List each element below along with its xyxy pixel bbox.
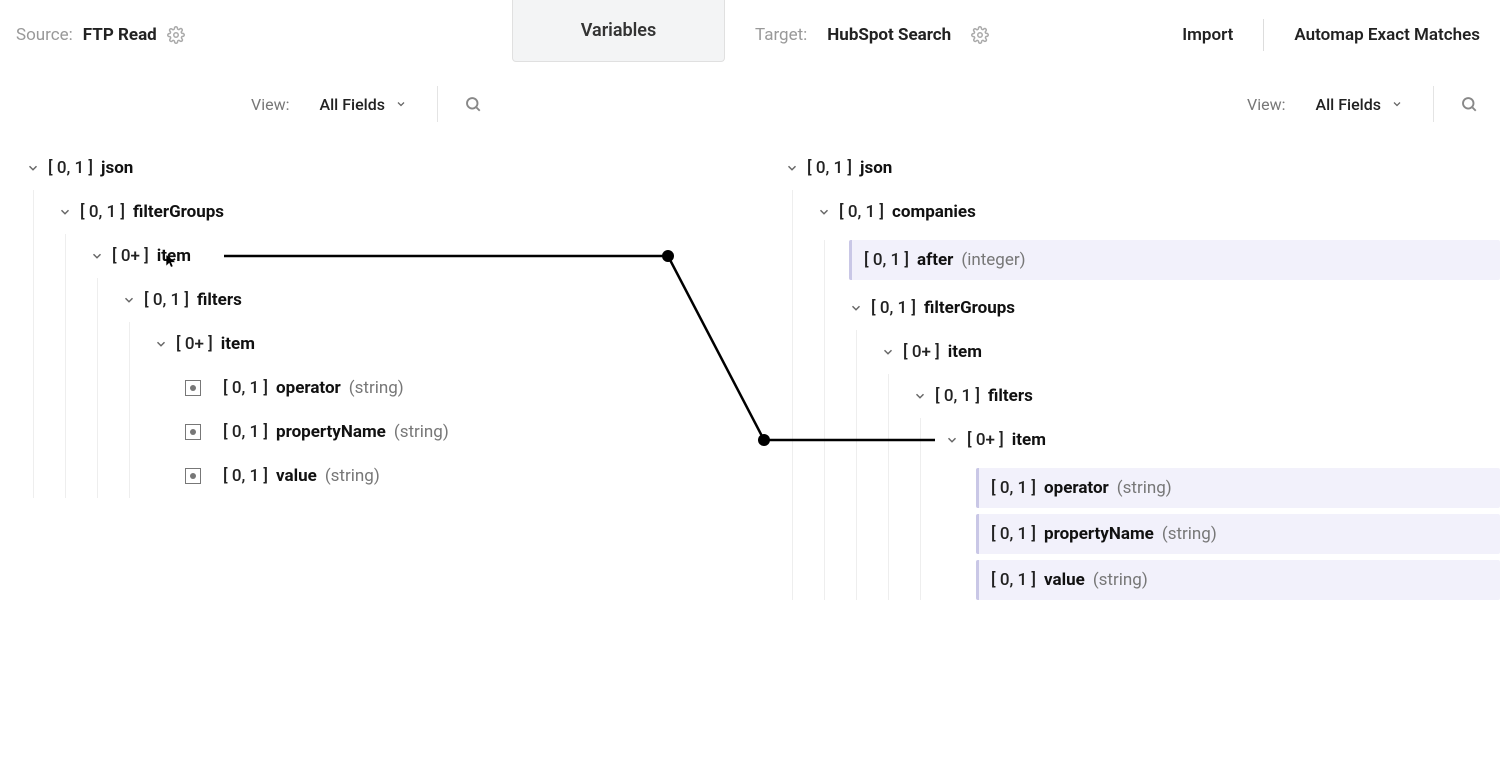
variables-tab[interactable]: Variables — [512, 0, 725, 62]
chevron-down-icon[interactable] — [913, 389, 927, 403]
chevron-down-icon[interactable] — [154, 337, 168, 351]
chevron-down-icon[interactable] — [58, 205, 72, 219]
node-filterGroups[interactable]: [ 0, 1 ] filterGroups — [58, 190, 504, 234]
view-value: All Fields — [319, 95, 385, 114]
view-label: View: — [1247, 95, 1285, 114]
node-item[interactable]: [ 0+ ] item — [881, 330, 1500, 374]
chevron-down-icon — [395, 98, 407, 110]
separator — [1263, 19, 1264, 51]
node-propertyName[interactable]: [ 0, 1 ] propertyName (string) — [185, 410, 504, 454]
target-label: Target: — [755, 25, 807, 45]
node-after[interactable]: [ 0, 1 ] after (integer) — [849, 240, 1500, 280]
chevron-down-icon[interactable] — [122, 293, 136, 307]
view-dropdown[interactable]: All Fields — [1301, 89, 1417, 120]
chevron-down-icon[interactable] — [945, 433, 959, 447]
search-icon[interactable] — [1460, 95, 1478, 113]
source-label: Source: — [16, 25, 73, 45]
source-tree: [ 0, 1 ] json [ 0, 1 ] filterGroups [ 0+… — [0, 146, 512, 498]
source-name: FTP Read — [83, 25, 157, 45]
node-json[interactable]: [ 0, 1 ] json — [26, 146, 504, 190]
source-header: Source: FTP Read — [0, 8, 512, 62]
target-pane: Target: HubSpot Search Import Automap Ex… — [725, 0, 1508, 758]
node-item[interactable]: [ 0+ ] item — [154, 322, 504, 366]
node-filters[interactable]: [ 0, 1 ] filters — [122, 278, 504, 322]
view-value: All Fields — [1315, 95, 1381, 114]
node-operator[interactable]: [ 0, 1 ] operator (string) — [976, 468, 1500, 508]
center-pane: Variables — [512, 0, 725, 758]
node-item[interactable]: [ 0+ ] item — [945, 418, 1500, 462]
import-button[interactable]: Import — [1170, 19, 1245, 51]
chevron-down-icon[interactable] — [785, 161, 799, 175]
node-operator[interactable]: [ 0, 1 ] operator (string) — [185, 366, 504, 410]
target-name: HubSpot Search — [827, 25, 951, 45]
field-icon — [185, 424, 201, 440]
gear-icon[interactable] — [971, 26, 989, 44]
target-toolbar: View: All Fields — [725, 62, 1508, 146]
node-item[interactable]: [ 0+ ] item — [90, 234, 504, 278]
node-value[interactable]: [ 0, 1 ] value (string) — [185, 454, 504, 498]
gear-icon[interactable] — [167, 26, 185, 44]
chevron-down-icon[interactable] — [881, 345, 895, 359]
view-dropdown[interactable]: All Fields — [305, 89, 421, 120]
source-pane: Source: FTP Read View: All Fields [ 0, 1… — [0, 0, 512, 758]
node-companies[interactable]: [ 0, 1 ] companies — [817, 190, 1500, 234]
node-filters[interactable]: [ 0, 1 ] filters — [913, 374, 1500, 418]
chevron-down-icon[interactable] — [817, 205, 831, 219]
node-value[interactable]: [ 0, 1 ] value (string) — [976, 560, 1500, 600]
chevron-down-icon[interactable] — [849, 301, 863, 315]
target-header: Target: HubSpot Search Import Automap Ex… — [725, 8, 1508, 62]
field-icon — [185, 468, 201, 484]
field-icon — [185, 380, 201, 396]
separator — [437, 86, 438, 122]
view-label: View: — [251, 95, 289, 114]
chevron-down-icon[interactable] — [90, 249, 104, 263]
source-toolbar: View: All Fields — [0, 62, 512, 146]
chevron-down-icon[interactable] — [26, 161, 40, 175]
node-filterGroups[interactable]: [ 0, 1 ] filterGroups — [849, 286, 1500, 330]
target-tree: [ 0, 1 ] json [ 0, 1 ] companies [ 0, 1 … — [725, 146, 1508, 600]
automap-button[interactable]: Automap Exact Matches — [1282, 19, 1492, 51]
node-json[interactable]: [ 0, 1 ] json — [785, 146, 1500, 190]
chevron-down-icon — [1391, 98, 1403, 110]
separator — [1433, 86, 1434, 122]
search-icon[interactable] — [464, 95, 482, 113]
node-propertyName[interactable]: [ 0, 1 ] propertyName (string) — [976, 514, 1500, 554]
